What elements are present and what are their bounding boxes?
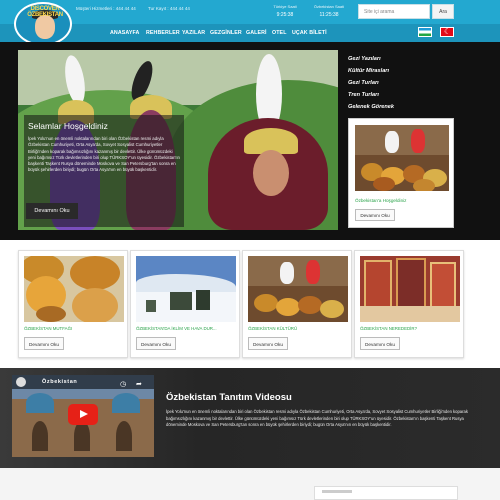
nav-item-otel[interactable]: OTEL: [272, 30, 287, 36]
nav-item-anasayfa[interactable]: ANASAYFA: [110, 30, 139, 36]
uzbekistan-flag-icon[interactable]: [418, 27, 432, 37]
nav-item-gezginler[interactable]: GEZGİNLER: [210, 30, 242, 36]
card-location: ÖZBEKİSTAN NEREDEDİR? Devamını Oku: [354, 250, 464, 358]
turkey-clock-label: Türkiye Saati: [273, 4, 297, 9]
play-icon[interactable]: [68, 404, 98, 425]
logo-face-shape: [35, 15, 55, 39]
hero-title: Selamlar Hoşgeldiniz: [28, 121, 108, 131]
hero-description: İpek Yolu'nun en önemli noktalarından bi…: [28, 136, 180, 173]
nav-item-ucak-bileti[interactable]: UÇAK BİLETİ: [292, 30, 327, 36]
nav-item-galeri[interactable]: GALERİ: [246, 30, 267, 36]
card-cuisine: ÖZBEKİSTAN MUTFAĞI Devamını Oku: [18, 250, 128, 358]
nav-item-rehberler[interactable]: REHBERLER: [146, 30, 180, 36]
side-link-gelenek-gorenek[interactable]: Gelenek Görenek: [348, 104, 394, 110]
turkey-flag-icon[interactable]: [440, 27, 454, 37]
card-read-more-button[interactable]: Devamını Oku: [136, 337, 176, 350]
side-link-gezi-yazilari[interactable]: Gezi Yazıları: [348, 56, 381, 62]
video-thumb-title: Özbekistan: [42, 379, 78, 385]
location-image: [360, 256, 460, 322]
video-section-title: Özbekistan Tanıtım Videosu: [166, 392, 292, 403]
card-caption-climate[interactable]: ÖZBEKİSTAN'DA İKLİM VE HAVA DUR...: [136, 326, 217, 331]
footer-panel: [314, 486, 458, 500]
uzbekistan-clock-time: 11:25:38: [319, 12, 339, 18]
footer-panel-bar: [322, 490, 352, 493]
side-link-gezi-turlari[interactable]: Gezi Turları: [348, 80, 379, 86]
side-link-tren-turlari[interactable]: Tren Turları: [348, 92, 379, 98]
logo-text: DISCOVER ÖZBEKISTAN: [27, 6, 63, 18]
cuisine-image: [24, 256, 124, 322]
search-input[interactable]: Site içi arama: [358, 4, 430, 19]
welcome-card-caption[interactable]: Özbekistan'a Hoşgeldiniz: [355, 198, 406, 203]
hero-read-more-button[interactable]: Devamını Oku: [26, 203, 78, 219]
welcome-card-read-more-button[interactable]: Devamını Oku: [355, 209, 395, 221]
site-logo[interactable]: DISCOVER ÖZBEKISTAN: [14, 2, 72, 46]
card-caption-culture[interactable]: ÖZBEKİSTAN KÜLTÜRÜ: [248, 326, 297, 331]
video-section-description: İpek Yolu'nun en önemli noktalarından bi…: [166, 409, 468, 428]
climate-image: [136, 256, 236, 322]
culture-image: [248, 256, 348, 322]
tour-booking-phone: Tur Kayıt : 444 44 44: [148, 6, 190, 11]
customer-service-phone: Müşteri Hizmetleri : 444 44 44: [76, 6, 136, 11]
card-read-more-button[interactable]: Devamını Oku: [360, 337, 400, 350]
nav-item-yazilar[interactable]: YAZILAR: [182, 30, 205, 36]
welcome-card: Özbekistan'a Hoşgeldiniz Devamını Oku: [348, 118, 454, 228]
turkey-clock-time: 9:25:38: [276, 12, 294, 18]
market-image: [355, 125, 449, 191]
card-climate: ÖZBEKİSTAN'DA İKLİM VE HAVA DUR... Devam…: [130, 250, 240, 358]
channel-avatar: [16, 377, 26, 387]
card-read-more-button[interactable]: Devamını Oku: [24, 337, 64, 350]
share-icon[interactable]: ➦: [136, 380, 142, 388]
card-culture: ÖZBEKİSTAN KÜLTÜRÜ Devamını Oku: [242, 250, 352, 358]
card-read-more-button[interactable]: Devamını Oku: [248, 337, 288, 350]
uzbekistan-clock-label: Özbekistan Saati: [313, 4, 345, 9]
card-caption-location[interactable]: ÖZBEKİSTAN NEREDEDİR?: [360, 326, 417, 331]
watch-later-icon[interactable]: ◷: [120, 380, 126, 388]
search-button[interactable]: Ara: [432, 4, 454, 19]
side-link-kultur-miraslari[interactable]: Kültür Mirasları: [348, 68, 389, 74]
card-caption-cuisine[interactable]: ÖZBEKİSTAN MUTFAĞI: [24, 326, 72, 331]
